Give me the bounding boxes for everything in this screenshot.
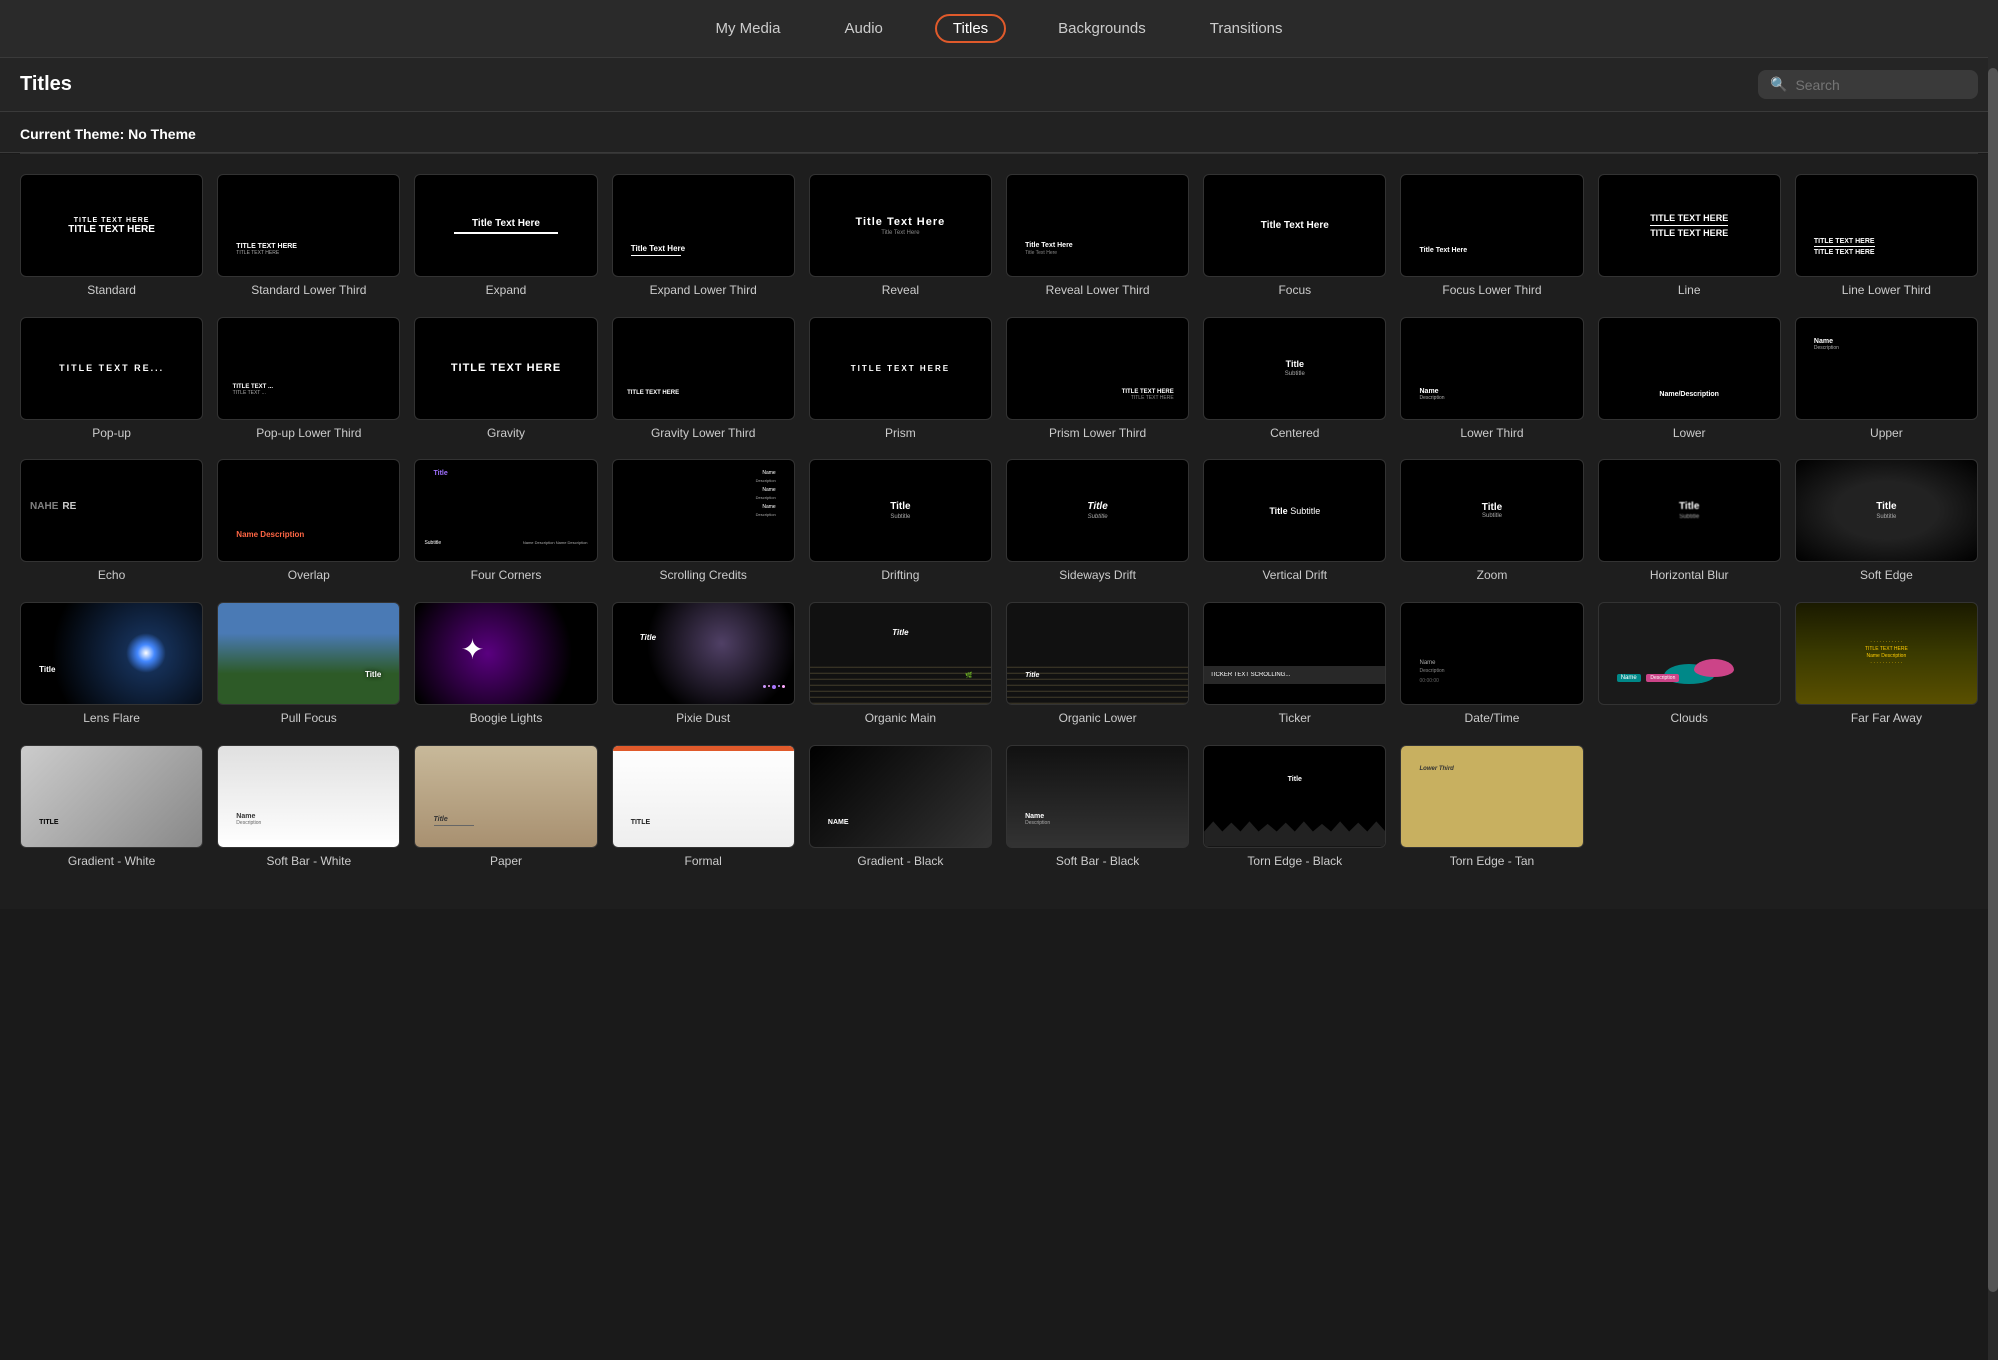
page-title: Titles (20, 73, 72, 96)
list-item[interactable]: Title Text Here Focus (1203, 174, 1386, 299)
list-item[interactable]: TICKER TEXT SCROLLING... Ticker (1203, 602, 1386, 727)
theme-label: Current Theme: No Theme (20, 126, 196, 142)
list-item[interactable]: Title Organic Lower (1006, 602, 1189, 727)
list-item[interactable]: TITLE TEXT ... TITLE TEXT ... Pop-up Low… (217, 317, 400, 442)
list-item[interactable]: Lower Third Torn Edge - Tan (1400, 745, 1583, 870)
list-item[interactable]: Name/Description Lower (1598, 317, 1781, 442)
list-item[interactable]: Name Description Upper (1795, 317, 1978, 442)
scrollbar[interactable] (1988, 0, 1998, 1360)
list-item[interactable]: Title Pixie Dust (612, 602, 795, 727)
search-box[interactable]: 🔍 (1758, 70, 1978, 99)
list-item[interactable]: TITLE TEXT HERE TITLE TEXT HERE Line (1598, 174, 1781, 299)
list-item[interactable]: TITLE TEXT HERE TITLE TEXT HERE Line Low… (1795, 174, 1978, 299)
list-item[interactable]: TITLE TEXT HERE Gravity Lower Third (612, 317, 795, 442)
list-item[interactable]: TITLE TEXT HERE Prism (809, 317, 992, 442)
list-item[interactable]: Title Subtitle Name Description Name Des… (414, 459, 597, 584)
list-item[interactable]: ✦ Boogie Lights (414, 602, 597, 727)
list-item[interactable]: Title Subtitle Horizontal Blur (1598, 459, 1781, 584)
titles-grid: TITLE TEXT HERE TITLE TEXT HERE Standard… (20, 174, 1978, 889)
nav-my-media[interactable]: My Media (703, 16, 792, 41)
list-item[interactable]: Title Subtitle Centered (1203, 317, 1386, 442)
list-item[interactable]: Title Lens Flare (20, 602, 203, 727)
list-item[interactable]: TITLE TEXT HERE TITLE TEXT HERE Prism Lo… (1006, 317, 1189, 442)
list-item[interactable]: Title Text Here Focus Lower Third (1400, 174, 1583, 299)
nav-backgrounds[interactable]: Backgrounds (1046, 16, 1158, 41)
list-item[interactable]: Name Description Overlap (217, 459, 400, 584)
list-item[interactable]: Name Description Soft Bar - White (217, 745, 400, 870)
list-item[interactable]: Title Paper (414, 745, 597, 870)
list-item[interactable]: Name Description Name Description Name D… (612, 459, 795, 584)
list-item[interactable]: Name Description Clouds (1598, 602, 1781, 727)
list-item[interactable]: Title Text Here Expand (414, 174, 597, 299)
list-item[interactable]: Title Subtitle Soft Edge (1795, 459, 1978, 584)
list-item[interactable]: Title Pull Focus (217, 602, 400, 727)
list-item[interactable]: Title 🌿 Organic Main (809, 602, 992, 727)
list-item[interactable]: Title Subtitle Vertical Drift (1203, 459, 1386, 584)
list-item[interactable]: Name Description Lower Third (1400, 317, 1583, 442)
list-item[interactable]: Title Text Here Title Text Here Reveal L… (1006, 174, 1189, 299)
list-item[interactable]: Title Torn Edge - Black (1203, 745, 1386, 870)
list-item[interactable]: NAHERE Echo (20, 459, 203, 584)
list-item[interactable]: TITLE TEXT HERE TITLE TEXT HERE Standard… (217, 174, 400, 299)
list-item[interactable]: Title Subtitle Sideways Drift (1006, 459, 1189, 584)
nav-audio[interactable]: Audio (833, 16, 895, 41)
nav-transitions[interactable]: Transitions (1198, 16, 1295, 41)
list-item[interactable]: TITLE Gradient - White (20, 745, 203, 870)
list-item[interactable]: Title Subtitle Zoom (1400, 459, 1583, 584)
list-item[interactable]: TITLE TEXT HERE TITLE TEXT HERE Standard (20, 174, 203, 299)
list-item[interactable]: Title Subtitle Drifting (809, 459, 992, 584)
top-navigation: My Media Audio Titles Backgrounds Transi… (0, 0, 1998, 58)
header-bar: Titles 🔍 (0, 58, 1998, 112)
list-item[interactable]: TITLE Formal (612, 745, 795, 870)
list-item[interactable]: Title Text Here Title Text Here Reveal (809, 174, 992, 299)
main-content: TITLE TEXT HERE TITLE TEXT HERE Standard… (0, 154, 1998, 909)
scrollbar-thumb[interactable] (1988, 68, 1998, 1292)
theme-bar: Current Theme: No Theme (0, 112, 1998, 153)
list-item[interactable]: Title Text Here Expand Lower Third (612, 174, 795, 299)
search-input[interactable] (1795, 77, 1966, 93)
list-item[interactable]: Name Description 00:00:00 Date/Time (1400, 602, 1583, 727)
list-item[interactable]: TITLE TEXT RE... Pop-up (20, 317, 203, 442)
list-item[interactable]: Name Description Soft Bar - Black (1006, 745, 1189, 870)
list-item[interactable]: Name Gradient - Black (809, 745, 992, 870)
search-icon: 🔍 (1770, 76, 1787, 93)
nav-titles[interactable]: Titles (935, 14, 1006, 43)
list-item[interactable]: TITLE TEXT HERE Gravity (414, 317, 597, 442)
list-item[interactable]: · · · · · · · · · · ·TITLE TEXT HEREName… (1795, 602, 1978, 727)
